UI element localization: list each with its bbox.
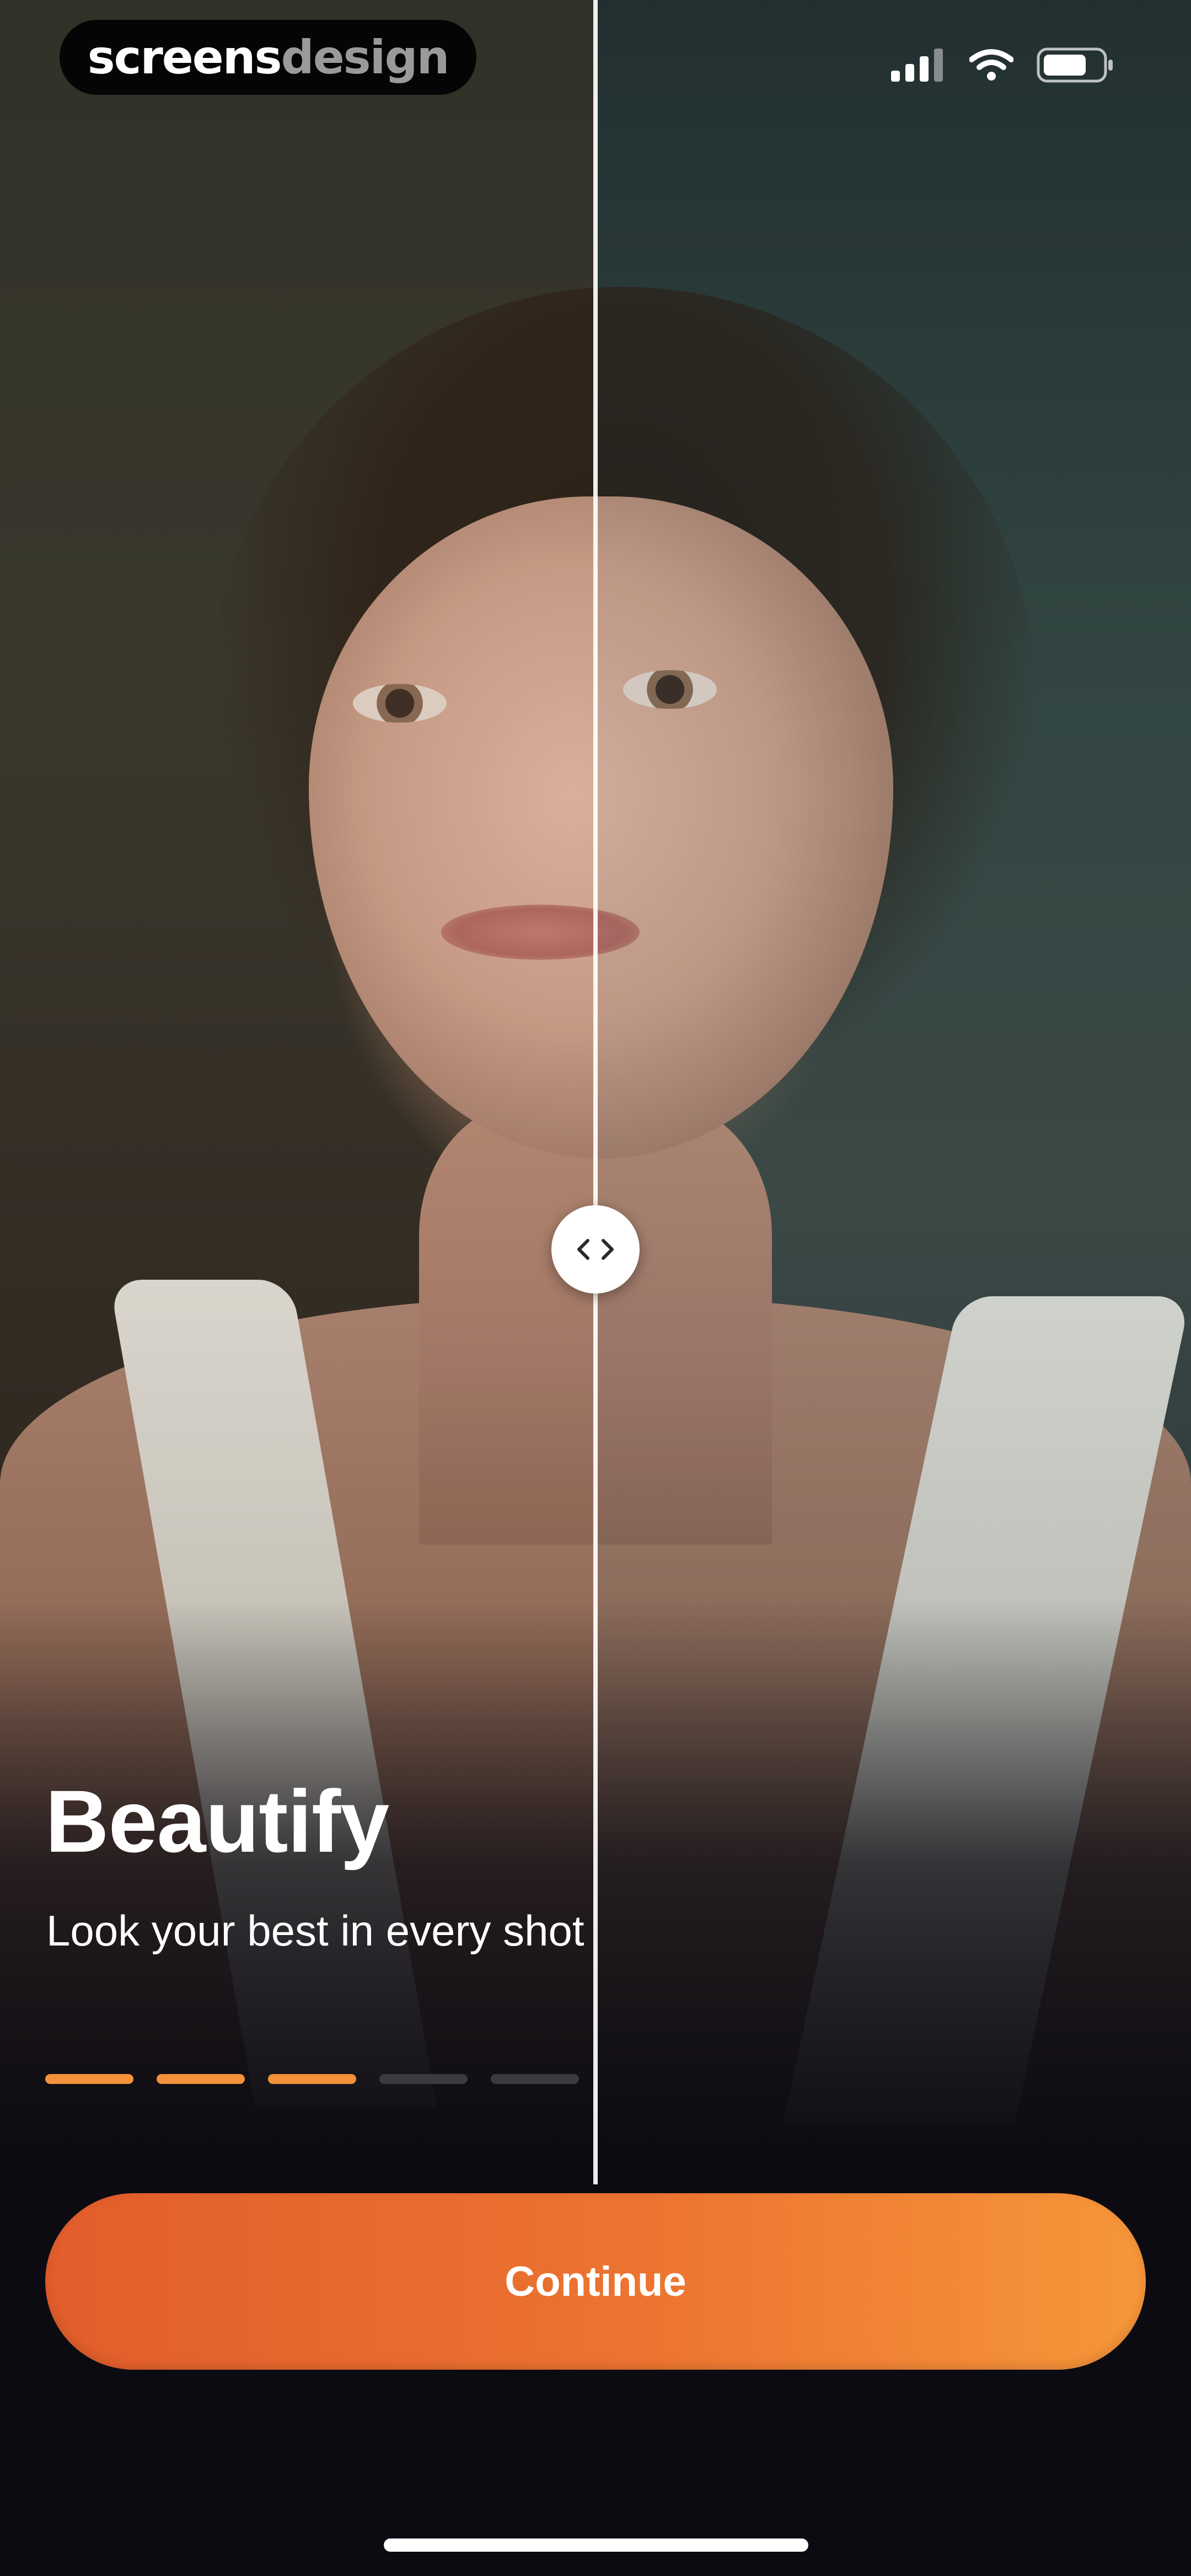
battery-icon [1037,47,1113,83]
brand-logo-primary: screens [87,30,282,84]
progress-step [379,2074,468,2084]
progress-step [157,2074,245,2084]
onboarding-title: Beautify [45,1772,389,1870]
wifi-icon [969,49,1013,81]
progress-step [45,2074,133,2084]
status-icons [891,47,1114,83]
continue-button[interactable]: Continue [45,2193,1146,2370]
progress-step [268,2074,356,2084]
brand-logo: screensdesign [87,30,450,84]
progress-step [491,2074,579,2084]
brand-watermark: screensdesign [60,20,476,95]
chevron-left-right-icon [577,1239,614,1260]
onboarding-progress [45,2074,579,2084]
comparison-slider-handle[interactable] [551,1205,640,1294]
brand-logo-secondary: design [281,30,450,84]
onboarding-screen: screensdesign Beautify Look your best in… [0,0,1191,2576]
comparison-divider[interactable] [593,0,598,2184]
onboarding-subtitle: Look your best in every shot [46,1906,584,1955]
cellular-signal-icon [891,49,943,82]
home-indicator[interactable] [384,2538,808,2552]
